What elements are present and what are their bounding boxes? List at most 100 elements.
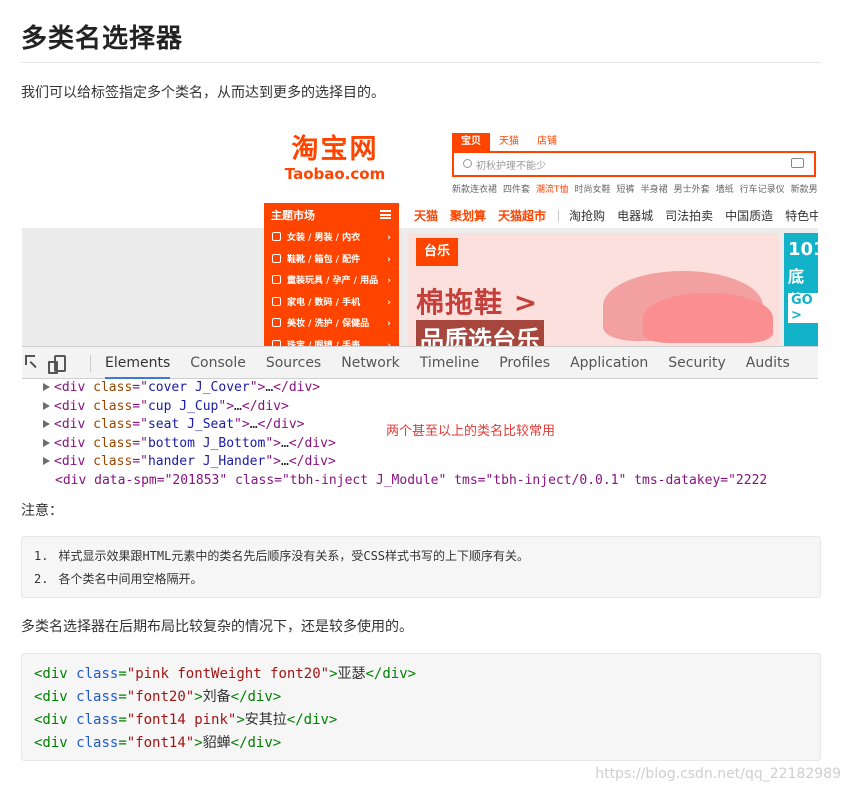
side-ad: 101 底价 GO > bbox=[784, 233, 818, 346]
search-icon bbox=[463, 159, 472, 168]
toolbar-separator bbox=[90, 355, 91, 372]
promo-banner: 台乐 棉拖鞋 > 品质选台乐 bbox=[408, 233, 779, 346]
banner-brand: 台乐 bbox=[416, 238, 458, 266]
code-text: 刘备 bbox=[202, 689, 231, 705]
note-label: 注意： bbox=[21, 503, 63, 519]
intro-paragraph: 我们可以给标签指定多个类名，从而达到更多的选择目的。 bbox=[21, 85, 385, 101]
hot-search-words: 新款连衣裙四件套潮流T恤时尚女鞋短裤半身裙男士外套墙纸行车记录仪新款男鞋耳 bbox=[452, 182, 818, 195]
category-label: 鞋靴 / 箱包 / 配件 bbox=[287, 254, 361, 265]
category-icon bbox=[272, 318, 281, 327]
search-tab-item: 宝贝 bbox=[452, 133, 490, 151]
side-ad-text: 101 bbox=[788, 239, 818, 260]
tab-network: Network bbox=[341, 355, 400, 371]
category-icon bbox=[272, 232, 281, 241]
nav-theme-market: 主题市场 bbox=[264, 203, 399, 228]
code-class-value: font14 bbox=[135, 735, 186, 751]
dom-class-value: seat J_Seat bbox=[147, 417, 235, 432]
category-item: 家电 / 数码 / 手机 › bbox=[264, 293, 399, 315]
dom-partial-text: <div data-spm="201853" class="tbh-inject… bbox=[55, 472, 768, 488]
hot-word: 新款连衣裙 bbox=[452, 185, 498, 195]
tab-console: Console bbox=[190, 355, 246, 371]
category-label: 家电 / 数码 / 手机 bbox=[287, 297, 361, 308]
category-item: 鞋靴 / 箱包 / 配件 › bbox=[264, 250, 399, 272]
slipper-image bbox=[643, 293, 773, 343]
code-text: 亚瑟 bbox=[337, 666, 366, 682]
dom-node: <div class="hander J_Hander">…</div> bbox=[22, 453, 818, 472]
expand-triangle-icon bbox=[43, 457, 50, 465]
camera-icon bbox=[791, 158, 804, 168]
expand-triangle-icon bbox=[43, 401, 50, 410]
nav-item: 电器城 bbox=[617, 209, 654, 223]
nav-items: 天猫 聚划算 天猫超市 淘抢购 电器城 司法拍卖 中国质造 特色中国 bbox=[414, 203, 818, 228]
annotation-text: 两个甚至以上的类名比较常用 bbox=[386, 424, 556, 439]
dom-class-value: hander J_Hander bbox=[147, 454, 266, 469]
category-icon bbox=[272, 296, 281, 306]
nav-item: 聚划算 bbox=[450, 209, 487, 223]
code-class-value: font20 bbox=[135, 689, 186, 705]
tab-application: Application bbox=[570, 355, 649, 371]
code-block: <div class="pink fontWeight font20">亚瑟</… bbox=[21, 653, 821, 761]
category-label: 女装 / 男装 / 内衣 bbox=[287, 233, 361, 243]
note-number: 1. bbox=[34, 549, 49, 563]
taobao-search-box: 初秋护理不能少 bbox=[452, 151, 816, 177]
nav-item: 天猫超市 bbox=[498, 209, 547, 223]
chevron-right-icon: › bbox=[387, 297, 391, 308]
screenshot-figure: 淘宝网 Taobao.com 宝贝 天猫 店铺 初秋护理不能少 新款连衣裙 四件套… bbox=[22, 125, 818, 490]
taobao-nav: 主题市场 天猫 聚划算 天猫超市 淘抢购 电器城 司法拍卖 中国质造 特色中国 bbox=[264, 203, 818, 228]
logo-english: Taobao.com bbox=[284, 165, 386, 183]
category-item: 童装玩具 / 孕产 / 用品 › bbox=[264, 271, 399, 293]
note-item: 1. 样式显示效果跟HTML元素中的类名先后顺序没有关系，受CSS样式书写的上下顺… bbox=[34, 545, 820, 568]
hot-word: 新款男鞋 bbox=[790, 185, 818, 195]
code-line: <div class="font14 pink">安其拉</div> bbox=[34, 712, 338, 728]
code-text: 貂蝉 bbox=[202, 735, 231, 751]
tab-elements: Elements bbox=[105, 347, 171, 379]
search-tab-store: 店铺 bbox=[537, 136, 557, 147]
dom-node-partial: <div data-spm="201853" class="tbh-inject… bbox=[22, 472, 818, 491]
code-class-value: pink fontWeight font20 bbox=[135, 666, 321, 682]
category-icon bbox=[272, 275, 281, 284]
code-line: <div class="font14">貂蝉</div> bbox=[34, 735, 282, 751]
expand-triangle-icon bbox=[43, 420, 50, 428]
summary-paragraph: 多类名选择器在后期布局比较复杂的情况下，还是较多使用的。 bbox=[21, 619, 413, 635]
nav-item: 特色中国 bbox=[785, 209, 818, 223]
dom-node: <div class="cup J_Cup">…</div> bbox=[22, 398, 818, 417]
hot-word: 时尚女鞋 bbox=[574, 185, 611, 195]
tab-timeline: Timeline bbox=[419, 355, 480, 371]
nav-item: 中国质造 bbox=[725, 209, 774, 223]
nav-separator bbox=[558, 209, 560, 222]
note-text: 样式显示效果跟HTML元素中的类名先后顺序没有关系，受CSS样式书写的上下顺序有… bbox=[58, 549, 530, 563]
category-label: 美妆 / 洗护 / 保健品 bbox=[287, 319, 370, 329]
note-text: 各个类名中间用空格隔开。 bbox=[58, 572, 203, 586]
category-label: 童装玩具 / 孕产 / 用品 bbox=[287, 276, 379, 286]
dom-node: <div class="cover J_Cover">…</div> bbox=[22, 379, 818, 398]
code-line: <div class="pink fontWeight font20">亚瑟</… bbox=[34, 666, 417, 682]
inspect-icon bbox=[25, 355, 35, 365]
nav-item: 司法拍卖 bbox=[665, 209, 714, 223]
chevron-right-icon: › bbox=[387, 276, 391, 286]
nav-item: 淘抢购 bbox=[569, 209, 606, 223]
category-item: 女装 / 男装 / 内衣 › bbox=[264, 228, 399, 250]
side-ad-button: GO > bbox=[788, 293, 818, 323]
hot-word: 潮流T恤 bbox=[536, 185, 569, 195]
hot-word: 四件套 bbox=[503, 185, 531, 195]
search-tab-tmall: 天猫 bbox=[499, 136, 519, 147]
notes-block: 1. 样式显示效果跟HTML元素中的类名先后顺序没有关系，受CSS样式书写的上下顺… bbox=[21, 536, 821, 598]
dom-class-value: bottom J_Bottom bbox=[147, 435, 266, 451]
menu-icon bbox=[380, 210, 391, 219]
note-item: 2. 各个类名中间用空格隔开。 bbox=[34, 568, 820, 591]
dom-class-value: cover J_Cover bbox=[147, 380, 250, 395]
note-number: 2. bbox=[34, 572, 49, 586]
category-menu: 女装 / 男装 / 内衣 › 鞋靴 / 箱包 / 配件 › 童装玩具 / 孕产 / … bbox=[264, 228, 399, 351]
tab-sources: Sources bbox=[265, 355, 322, 371]
hot-word: 行车记录仪 bbox=[739, 185, 785, 195]
nav-item: 天猫 bbox=[414, 209, 439, 223]
chevron-right-icon: › bbox=[387, 254, 391, 265]
tab-audits: Audits bbox=[745, 355, 790, 371]
chevron-right-icon: › bbox=[387, 319, 391, 329]
title-divider bbox=[21, 62, 821, 63]
code-class-value: font14 pink bbox=[135, 712, 228, 728]
code-line: <div class="font20">刘备</div> bbox=[34, 689, 282, 705]
tab-security: Security bbox=[668, 355, 726, 371]
page-title: 多类名选择器 bbox=[21, 24, 184, 54]
tab-profiles: Profiles bbox=[499, 355, 551, 371]
